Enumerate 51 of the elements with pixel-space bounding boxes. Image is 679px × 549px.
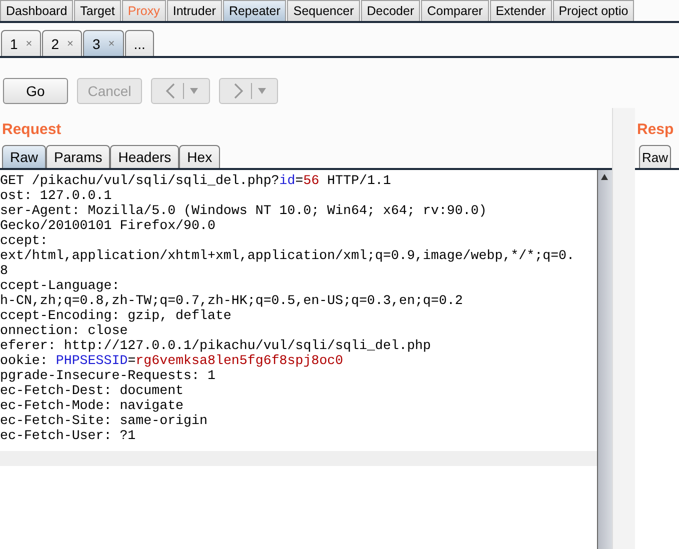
main-tab[interactable]: Repeater <box>222 0 286 21</box>
view-tab[interactable]: Headers <box>110 145 180 168</box>
code-line: pgrade-Insecure-Requests: 1 <box>0 368 216 383</box>
main-tab[interactable]: Project optio <box>552 0 634 21</box>
scrollbar[interactable] <box>597 170 612 549</box>
code-line: GET /pikachu/vul/sqli/sqli_del.php?id=56 HTTP/1.1 <box>0 173 392 188</box>
view-tab[interactable]: Raw <box>2 145 46 168</box>
code-line: ec-Fetch-Dest: document <box>0 383 185 398</box>
view-tab[interactable]: Raw <box>639 145 672 168</box>
view-tab[interactable]: Params <box>46 145 110 168</box>
code-line: ext/html,application/xhtml+xml,application/xml;q=0.9,image/webp,*/*;q=0. <box>0 248 576 263</box>
repeater-tab[interactable]: 1 × <box>1 30 42 56</box>
main-tab[interactable]: Sequencer <box>287 0 360 21</box>
code-line: onnection: close <box>0 323 129 338</box>
separator-icon <box>183 83 184 99</box>
code-line: ser-Agent: Mozilla/5.0 (Windows NT 10.0; Win64; x64; rv:90.0) <box>0 203 488 218</box>
main-tab[interactable]: Intruder <box>166 0 222 21</box>
panel-title: Resp <box>636 120 675 140</box>
main-tab[interactable]: Decoder <box>360 0 420 21</box>
repeater-tab[interactable]: 2 × <box>42 30 82 56</box>
tab-label: 2 <box>51 36 60 52</box>
main-tab[interactable]: Target <box>74 0 121 21</box>
tab-label: 1 <box>10 36 18 52</box>
code-line: ec-Fetch-Mode: navigate <box>0 398 185 413</box>
tab-label: 3 <box>92 36 100 52</box>
code-line: ec-Fetch-User: ?1 <box>0 428 137 443</box>
go-button[interactable]: Go <box>3 78 68 104</box>
repeater-tab[interactable]: ... <box>124 30 154 56</box>
code-line: ccept-Encoding: gzip, deflate <box>0 308 232 323</box>
close-icon[interactable]: × <box>67 38 74 50</box>
repeater-tab[interactable]: 3 × <box>83 30 124 56</box>
close-icon[interactable]: × <box>26 38 32 50</box>
dropdown-icon <box>190 88 198 94</box>
tab-label: ... <box>134 36 146 52</box>
code-line: ec-Fetch-Site: same-origin <box>0 413 208 428</box>
request-editor[interactable] <box>0 170 597 549</box>
dropdown-icon <box>258 88 266 94</box>
view-tab[interactable]: Hex <box>179 145 220 168</box>
code-line: 8 <box>0 263 9 278</box>
main-tab[interactable]: Dashboard <box>0 0 74 21</box>
code-line: ookie: PHPSESSID=rg6vemksa8len5fg6f8spj8oc0 <box>0 353 344 368</box>
separator-icon <box>251 83 252 99</box>
code-line: Gecko/20100101 Firefox/90.0 <box>0 218 216 233</box>
panel-title: Request <box>1 120 62 140</box>
main-tab[interactable]: Extender <box>490 0 552 21</box>
main-tab[interactable]: Comparer <box>421 0 489 21</box>
code-line: ccept-Language: <box>0 278 121 293</box>
code-line: ccept: <box>0 233 49 248</box>
code-line: h-CN,zh;q=0.8,zh-TW;q=0.7,zh-HK;q=0.5,en-US;q=0.3,en;q=0.2 <box>0 293 464 308</box>
code-line: ost: 127.0.0.1 <box>0 188 113 203</box>
code-line: eferer: http://127.0.0.1/pikachu/vul/sqli/sqli_del.php <box>0 338 432 353</box>
